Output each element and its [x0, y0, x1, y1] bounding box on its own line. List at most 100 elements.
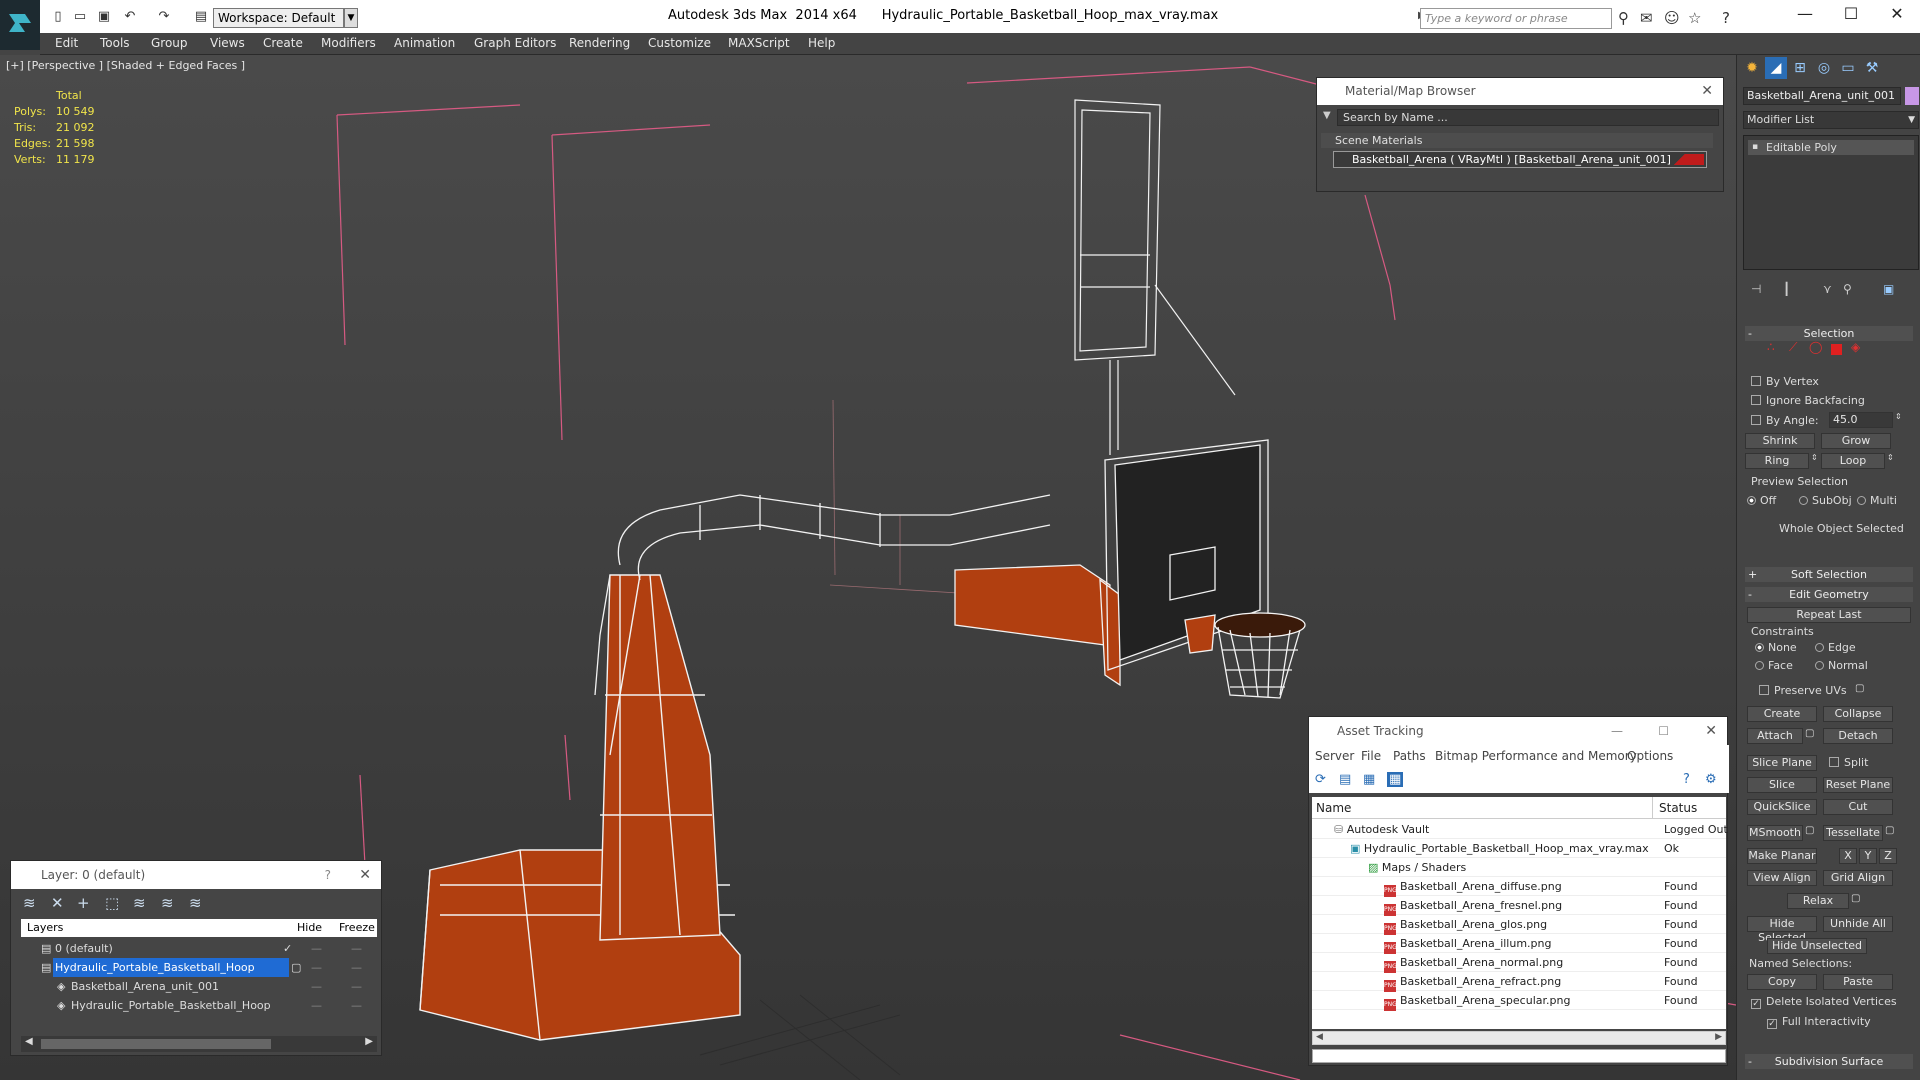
- motion-tab-icon[interactable]: ◎: [1813, 57, 1835, 79]
- user-icon[interactable]: ☺: [1664, 9, 1680, 27]
- constraint-face-radio[interactable]: Face: [1755, 659, 1793, 672]
- help-search-input[interactable]: Type a keyword or phrase: [1420, 8, 1612, 29]
- scroll-left-icon[interactable]: ◀: [25, 1036, 33, 1047]
- view-align-button[interactable]: View Align: [1747, 870, 1817, 886]
- freeze-toggle[interactable]: —: [351, 939, 362, 958]
- refresh-icon[interactable]: ⟳: [1315, 772, 1326, 787]
- ring-spinner-icon[interactable]: ⇕: [1811, 453, 1818, 462]
- tessellate-button[interactable]: Tessellate: [1823, 825, 1883, 841]
- maximize-icon[interactable]: ☐: [1836, 4, 1866, 23]
- remove-modifier-icon[interactable]: ⚲: [1843, 282, 1852, 296]
- workspace-dropdown-icon[interactable]: ▼: [344, 8, 358, 28]
- help-icon[interactable]: ?: [1683, 772, 1690, 787]
- active-check-icon[interactable]: ✓: [283, 939, 292, 958]
- asset-row[interactable]: ▨ Maps / Shaders: [1312, 858, 1726, 877]
- reset-plane-button[interactable]: Reset Plane: [1823, 777, 1893, 793]
- minimize-icon[interactable]: —: [1611, 717, 1623, 745]
- show-end-result-icon[interactable]: ┃: [1783, 282, 1790, 296]
- table-view-icon[interactable]: ▦: [1387, 772, 1404, 787]
- preview-subobj-radio[interactable]: SubObj: [1799, 494, 1852, 507]
- maximize-icon[interactable]: ☐: [1658, 717, 1669, 745]
- asset-row[interactable]: PNG Basketball_Arena_diffuse.png Found: [1312, 877, 1726, 897]
- expand-icon[interactable]: ▪: [1752, 140, 1758, 155]
- preserve-uvs-checkbox[interactable]: Preserve UVs: [1759, 684, 1847, 697]
- planar-y-button[interactable]: Y: [1859, 848, 1877, 864]
- browser-options-icon[interactable]: ▼: [1323, 110, 1331, 121]
- grow-button[interactable]: Grow: [1821, 433, 1891, 449]
- set-active-box-icon[interactable]: ▢: [291, 958, 301, 977]
- quickslice-button[interactable]: QuickSlice: [1747, 799, 1817, 815]
- layer-scrollbar[interactable]: ◀ ▶: [21, 1036, 377, 1052]
- menu-maxscript[interactable]: MAXScript: [728, 36, 790, 50]
- app-logo-icon[interactable]: [0, 0, 40, 50]
- col-status[interactable]: Status: [1652, 797, 1697, 819]
- planar-x-button[interactable]: X: [1839, 848, 1857, 864]
- asset-row[interactable]: ⛁ Autodesk Vault Logged Out: [1312, 820, 1728, 839]
- grid-align-button[interactable]: Grid Align: [1823, 870, 1893, 886]
- relax-button[interactable]: Relax: [1787, 893, 1849, 909]
- layer-row[interactable]: ▤ Hydraulic_Portable_Basketball_Hoop ▢ —…: [21, 958, 377, 977]
- create-layer-icon[interactable]: ≋: [23, 894, 36, 912]
- slice-plane-button[interactable]: Slice Plane: [1747, 755, 1817, 771]
- favorites-star-icon[interactable]: ☆: [1688, 9, 1701, 27]
- col-layers[interactable]: Layers: [27, 919, 63, 937]
- menu-graph-editors[interactable]: Graph Editors: [474, 36, 556, 50]
- loop-button[interactable]: Loop: [1821, 453, 1885, 469]
- hierarchy-tab-icon[interactable]: ⊞: [1789, 57, 1811, 79]
- create-tab-icon[interactable]: ✹: [1741, 57, 1763, 79]
- scroll-right-icon[interactable]: ▶: [1715, 1032, 1722, 1042]
- freeze-toggle[interactable]: —: [351, 977, 362, 996]
- asset-row[interactable]: ▣ Hydraulic_Portable_Basketball_Hoop_max…: [1312, 839, 1726, 858]
- hide-toggle[interactable]: —: [311, 958, 322, 977]
- edit-geometry-rollout-header[interactable]: - Edit Geometry: [1745, 587, 1913, 602]
- asset-row[interactable]: PNG Basketball_Arena_specular.png Found: [1312, 991, 1726, 1011]
- menu-paths[interactable]: Paths: [1393, 745, 1426, 767]
- spinner-arrows-icon[interactable]: ⇕: [1895, 412, 1902, 421]
- subdivision-surface-rollout-header[interactable]: - Subdivision Surface: [1745, 1054, 1913, 1069]
- by-vertex-checkbox[interactable]: By Vertex: [1751, 375, 1819, 388]
- scroll-thumb[interactable]: [41, 1039, 271, 1049]
- viewport-label[interactable]: [+] [Perspective ] [Shaded + Edged Faces…: [6, 59, 245, 72]
- scene-materials-section[interactable]: Scene Materials: [1321, 133, 1713, 148]
- thumbnail-view-icon[interactable]: ▦: [1363, 772, 1375, 787]
- tessellate-settings-icon[interactable]: ▢: [1885, 825, 1894, 836]
- border-mode-icon[interactable]: ◯: [1809, 340, 1822, 354]
- constraint-edge-radio[interactable]: Edge: [1815, 641, 1856, 654]
- asset-tracking-titlebar[interactable]: Asset Tracking — ☐ ✕: [1309, 717, 1727, 745]
- close-icon[interactable]: ✕: [359, 861, 371, 889]
- select-objects-icon[interactable]: ⬚: [105, 894, 119, 912]
- split-checkbox[interactable]: Split: [1829, 756, 1868, 769]
- element-mode-icon[interactable]: ◈: [1851, 340, 1860, 354]
- preserve-uvs-settings-icon[interactable]: ▢: [1855, 683, 1864, 694]
- create-button[interactable]: Create: [1747, 706, 1817, 722]
- menu-views[interactable]: Views: [210, 36, 245, 50]
- communication-center-icon[interactable]: ✉: [1640, 9, 1653, 27]
- redo-icon[interactable]: ↷: [156, 9, 172, 25]
- menu-bitmap-performance[interactable]: Bitmap Performance and Memory: [1435, 745, 1637, 767]
- polygon-mode-icon[interactable]: [1831, 344, 1842, 355]
- menu-create[interactable]: Create: [263, 36, 303, 50]
- menu-animation[interactable]: Animation: [394, 36, 455, 50]
- menu-rendering[interactable]: Rendering: [569, 36, 630, 50]
- slice-button[interactable]: Slice: [1747, 777, 1817, 793]
- attach-button[interactable]: Attach: [1747, 728, 1803, 744]
- asset-row[interactable]: PNG Basketball_Arena_glos.png Found: [1312, 915, 1726, 935]
- preview-multi-radio[interactable]: Multi: [1857, 494, 1897, 507]
- menu-server[interactable]: Server: [1315, 745, 1354, 767]
- object-row[interactable]: ◈ Hydraulic_Portable_Basketball_Hoop — —: [21, 996, 377, 1015]
- hide-all-layers-icon[interactable]: ≋: [161, 894, 174, 912]
- open-file-icon[interactable]: ▭: [72, 9, 88, 25]
- delete-isolated-checkbox[interactable]: ✓ Delete Isolated Vertices: [1751, 995, 1897, 1009]
- make-planar-button[interactable]: Make Planar: [1747, 848, 1817, 864]
- relax-settings-icon[interactable]: ▢: [1851, 893, 1860, 904]
- menu-customize[interactable]: Customize: [648, 36, 711, 50]
- shrink-button[interactable]: Shrink: [1745, 433, 1815, 449]
- layer-titlebar[interactable]: Layer: 0 (default) ? ✕: [11, 861, 381, 889]
- menu-modifiers[interactable]: Modifiers: [321, 36, 376, 50]
- hide-toggle[interactable]: —: [311, 977, 322, 996]
- msmooth-settings-icon[interactable]: ▢: [1805, 825, 1814, 836]
- constraint-none-radio[interactable]: None: [1755, 641, 1797, 654]
- delete-layer-icon[interactable]: ✕: [51, 894, 64, 912]
- scroll-right-icon[interactable]: ▶: [365, 1036, 373, 1047]
- minimize-icon[interactable]: —: [1790, 4, 1820, 23]
